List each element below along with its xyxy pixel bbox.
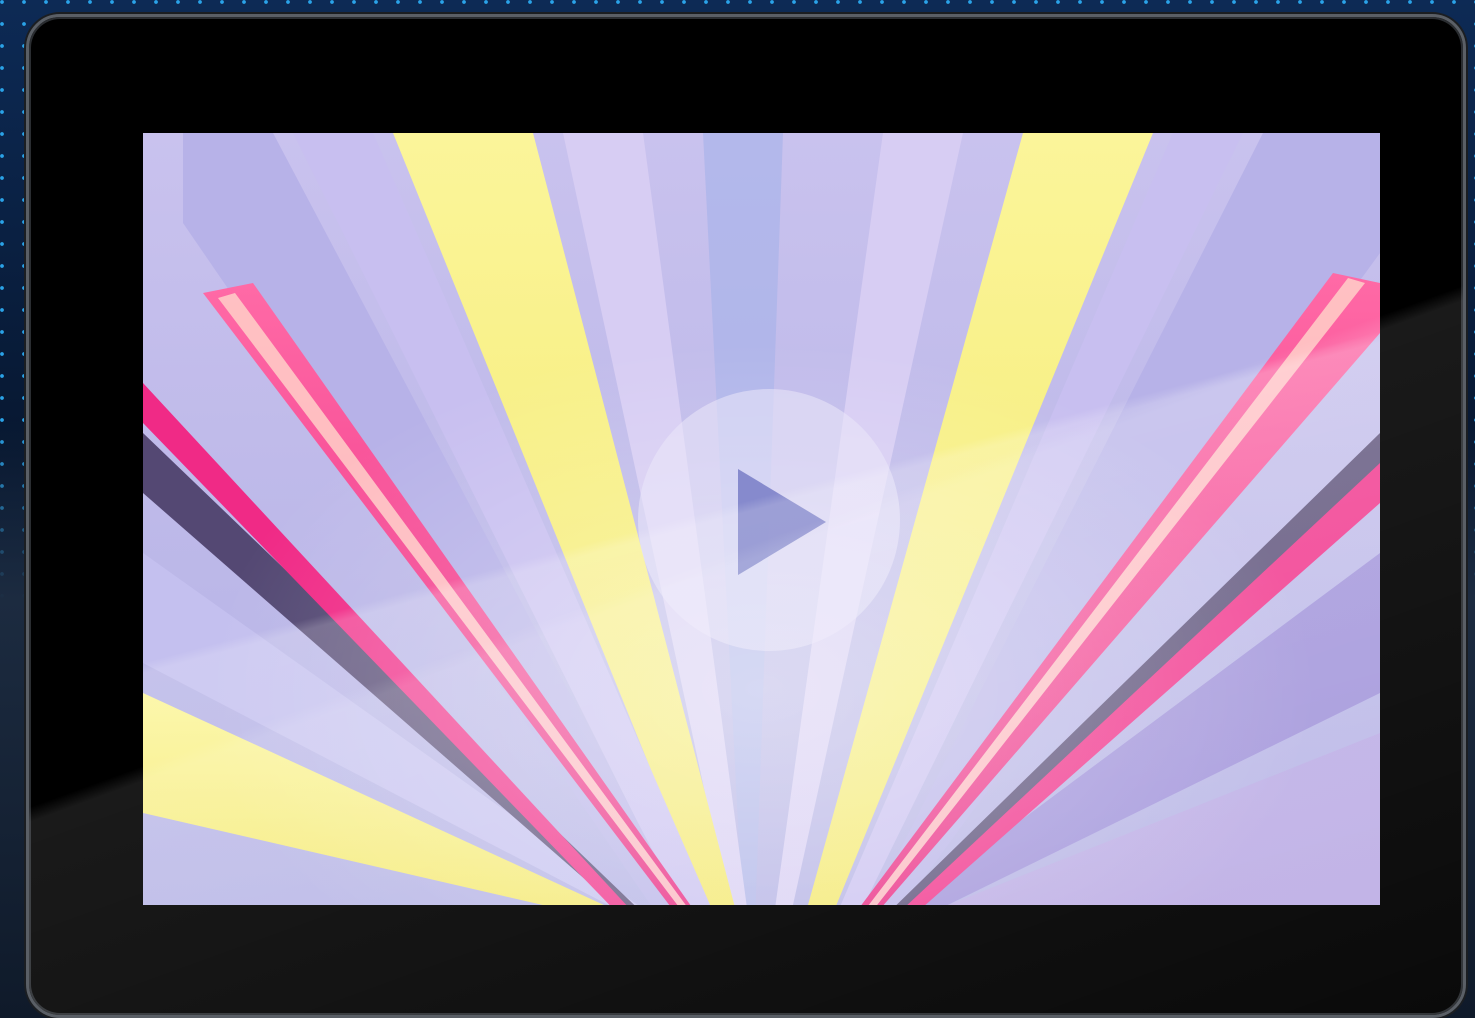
- video-player[interactable]: [143, 133, 1380, 905]
- play-button[interactable]: [638, 389, 900, 651]
- play-icon: [738, 469, 826, 575]
- tablet-device: [26, 14, 1466, 1018]
